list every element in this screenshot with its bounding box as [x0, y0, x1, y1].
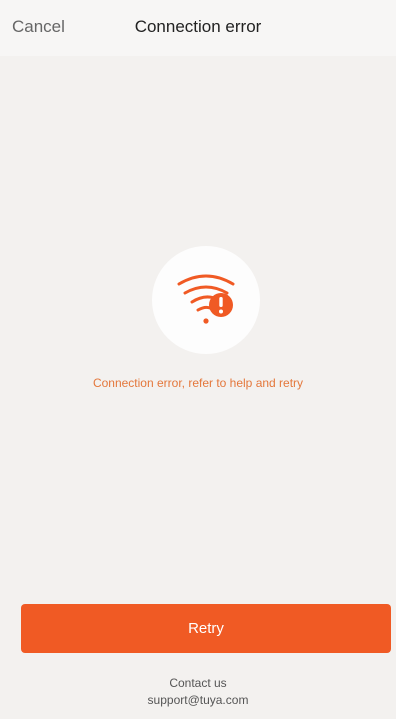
status-icon-circle	[152, 246, 260, 354]
retry-button[interactable]: Retry	[21, 604, 391, 653]
error-message: Connection error, refer to help and retr…	[92, 376, 304, 390]
contact-label: Contact us	[169, 676, 227, 690]
contact-email-link[interactable]: support@tuya.com	[0, 693, 396, 707]
wifi-error-icon	[177, 274, 235, 324]
nav-header: Cancel Connection error	[0, 0, 396, 56]
page-title: Connection error	[134, 17, 262, 36]
